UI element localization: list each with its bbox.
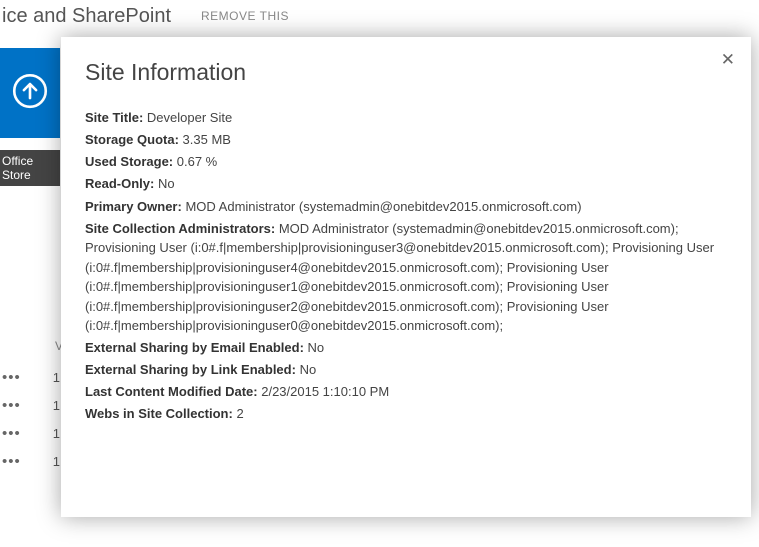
field-value: No: [158, 176, 175, 191]
remove-this-link[interactable]: REMOVE THIS: [201, 9, 289, 23]
field-storage-quota: Storage Quota: 3.35 MB: [85, 130, 727, 150]
field-label: External Sharing by Link Enabled:: [85, 362, 296, 377]
field-label: Primary Owner:: [85, 199, 182, 214]
row-value: 1: [53, 398, 60, 413]
row-value: 1: [53, 370, 60, 385]
ellipsis-icon[interactable]: •••: [2, 425, 25, 442]
field-label: Webs in Site Collection:: [85, 406, 233, 421]
upload-icon: [9, 70, 51, 117]
ellipsis-icon[interactable]: •••: [2, 369, 25, 386]
page-title: ice and SharePoint: [2, 5, 171, 28]
table-row: ••• 1: [0, 447, 60, 475]
field-value: 2: [236, 406, 243, 421]
table-row: ••• 1: [0, 391, 60, 419]
close-icon[interactable]: ✕: [721, 51, 735, 68]
field-value: 3.35 MB: [183, 132, 231, 147]
field-label: Used Storage:: [85, 154, 173, 169]
field-site-collection-admins: Site Collection Administrators: MOD Admi…: [85, 219, 727, 336]
field-label: Last Content Modified Date:: [85, 384, 258, 399]
row-value: 1: [53, 454, 60, 469]
field-value: 0.67 %: [177, 154, 217, 169]
field-label: External Sharing by Email Enabled:: [85, 340, 304, 355]
field-value: No: [308, 340, 325, 355]
table-column-header: V: [0, 335, 60, 363]
field-value: MOD Administrator (systemadmin@onebitdev…: [85, 221, 714, 334]
field-external-sharing-link: External Sharing by Link Enabled: No: [85, 360, 727, 380]
table-row: ••• 1: [0, 363, 60, 391]
field-label: Site Title:: [85, 110, 143, 125]
field-read-only: Read-Only: No: [85, 174, 727, 194]
field-external-sharing-email: External Sharing by Email Enabled: No: [85, 338, 727, 358]
app-tile[interactable]: [0, 48, 60, 138]
ellipsis-icon[interactable]: •••: [2, 397, 25, 414]
field-value: Developer Site: [147, 110, 232, 125]
field-label: Site Collection Administrators:: [85, 221, 275, 236]
field-value: No: [300, 362, 317, 377]
row-value: 1: [53, 426, 60, 441]
ellipsis-icon[interactable]: •••: [2, 453, 25, 470]
field-used-storage: Used Storage: 0.67 %: [85, 152, 727, 172]
page-header: ice and SharePoint REMOVE THIS: [0, 0, 759, 32]
field-last-modified: Last Content Modified Date: 2/23/2015 1:…: [85, 382, 727, 402]
field-webs-count: Webs in Site Collection: 2: [85, 404, 727, 424]
office-store-link[interactable]: Office Store: [0, 150, 60, 186]
dialog-title: Site Information: [85, 59, 727, 86]
field-label: Read-Only:: [85, 176, 154, 191]
field-value: MOD Administrator (systemadmin@onebitdev…: [185, 199, 581, 214]
field-value: 2/23/2015 1:10:10 PM: [261, 384, 389, 399]
site-information-dialog: ✕ Site Information Site Title: Developer…: [61, 37, 751, 517]
field-primary-owner: Primary Owner: MOD Administrator (system…: [85, 197, 727, 217]
field-site-title: Site Title: Developer Site: [85, 108, 727, 128]
office-store-label: Office Store: [2, 154, 60, 182]
field-label: Storage Quota:: [85, 132, 179, 147]
background-table: V ••• 1 ••• 1 ••• 1 ••• 1: [0, 335, 60, 475]
table-row: ••• 1: [0, 419, 60, 447]
